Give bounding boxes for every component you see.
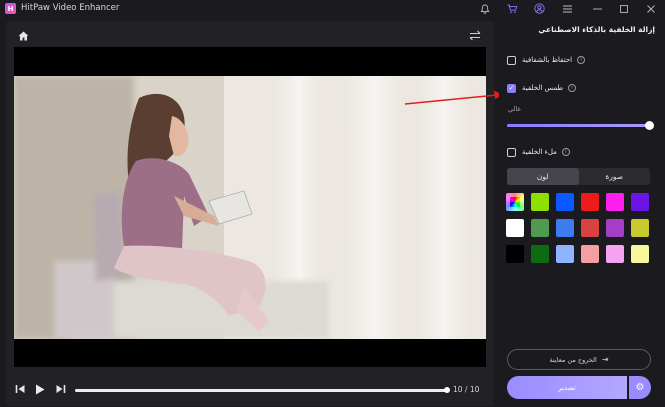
- info-icon[interactable]: i: [568, 84, 577, 92]
- title-bar: H HitPaw Video Enhancer: [0, 0, 665, 17]
- option-blur-background[interactable]: ✓ طمس الخلفية i: [507, 82, 657, 94]
- menu-icon[interactable]: [560, 2, 574, 15]
- color-swatch[interactable]: [631, 193, 649, 211]
- keep-transparency-label: احتفاظ بالشفافية: [522, 56, 573, 64]
- progress-knob[interactable]: [444, 387, 450, 393]
- option-keep-transparency[interactable]: احتفاظ بالشفافية i: [507, 54, 657, 66]
- color-swatch[interactable]: [581, 193, 599, 211]
- fill-background-label: ملء الخلفية: [522, 148, 557, 156]
- minimize-icon[interactable]: [590, 2, 604, 15]
- blur-level-slider[interactable]: [507, 121, 654, 130]
- tab-color[interactable]: لون: [507, 168, 579, 185]
- export-button[interactable]: تصدير: [507, 376, 627, 399]
- color-swatch[interactable]: [606, 193, 624, 211]
- playback-controls: 10 / 10: [6, 375, 494, 405]
- next-frame-icon[interactable]: [55, 384, 66, 396]
- previous-frame-icon[interactable]: [15, 384, 26, 396]
- color-swatch[interactable]: [606, 245, 624, 263]
- cart-icon[interactable]: [505, 2, 519, 15]
- keep-transparency-checkbox[interactable]: [507, 55, 516, 65]
- video-frame[interactable]: [14, 47, 486, 367]
- color-swatch[interactable]: [606, 219, 624, 237]
- color-swatch[interactable]: [631, 245, 649, 263]
- blur-background-label: طمس الخلفية: [522, 84, 564, 92]
- color-swatch[interactable]: [631, 219, 649, 237]
- color-swatch[interactable]: [556, 245, 574, 263]
- video-preview-panel: 10 / 10: [6, 21, 494, 406]
- info-icon[interactable]: i: [577, 56, 586, 64]
- app-logo: H: [5, 3, 16, 14]
- blur-background-checkbox[interactable]: ✓: [507, 83, 516, 93]
- bell-icon[interactable]: [478, 2, 492, 15]
- color-swatch[interactable]: [506, 193, 524, 211]
- color-swatch[interactable]: [531, 245, 549, 263]
- panel-title: إزالة الخلفية بالذكاء الاصطناعي: [538, 25, 655, 34]
- video-scene-image: [14, 76, 486, 339]
- color-swatch[interactable]: [531, 219, 549, 237]
- option-fill-background[interactable]: ملء الخلفية i: [507, 146, 657, 158]
- swap-view-icon[interactable]: [469, 30, 481, 44]
- export-label: تصدير: [558, 383, 576, 392]
- tab-image[interactable]: صورة: [579, 168, 651, 185]
- exit-preview-label: الخروج من معاينة: [549, 355, 597, 364]
- maximize-icon[interactable]: [617, 2, 631, 15]
- progress-fill: [75, 389, 447, 392]
- color-swatch[interactable]: [531, 193, 549, 211]
- color-swatch[interactable]: [506, 245, 524, 263]
- blur-slider-fill: [507, 124, 649, 127]
- close-icon[interactable]: [644, 2, 658, 15]
- color-swatch[interactable]: [506, 219, 524, 237]
- color-swatch-grid: [506, 193, 652, 263]
- exit-icon: ⇥: [601, 355, 609, 364]
- fill-background-checkbox[interactable]: [507, 147, 516, 157]
- home-icon[interactable]: [18, 31, 29, 43]
- play-icon[interactable]: [35, 384, 45, 397]
- color-swatch[interactable]: [581, 219, 599, 237]
- background-removal-panel: إزالة الخلفية بالذكاء الاصطناعي احتفاظ ب…: [499, 17, 665, 407]
- blur-level-label: عالي: [508, 105, 522, 113]
- user-account-icon[interactable]: [532, 2, 546, 15]
- app-title: HitPaw Video Enhancer: [21, 3, 120, 13]
- time-readout: 10 / 10: [453, 385, 480, 394]
- fill-type-tabs: لون صورة: [507, 168, 650, 185]
- gear-icon: ⚙: [635, 382, 645, 393]
- export-settings-button[interactable]: ⚙: [629, 376, 651, 399]
- exit-preview-button[interactable]: الخروج من معاينة ⇥: [507, 349, 651, 370]
- blur-slider-knob[interactable]: [645, 121, 654, 130]
- color-swatch[interactable]: [556, 219, 574, 237]
- playback-progress-slider[interactable]: [75, 387, 450, 393]
- color-swatch[interactable]: [556, 193, 574, 211]
- color-swatch[interactable]: [581, 245, 599, 263]
- info-icon[interactable]: i: [561, 148, 570, 156]
